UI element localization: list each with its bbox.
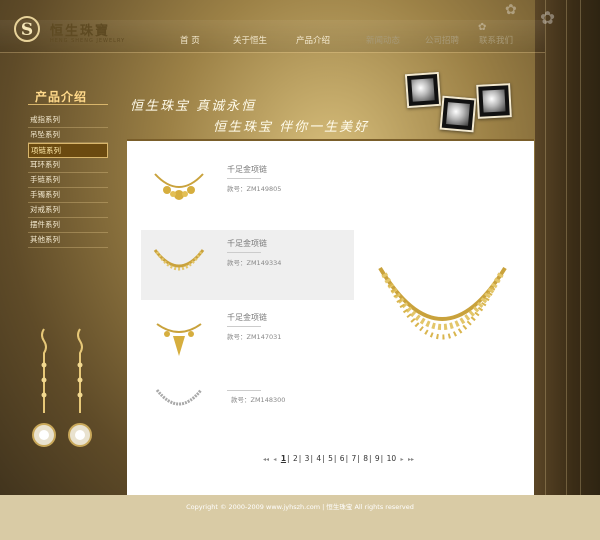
page-link[interactable]: 6	[339, 454, 346, 463]
product-card[interactable]: 款号：ZM148300	[141, 378, 354, 448]
prev-page-button[interactable]: ◂	[272, 456, 277, 463]
page-link[interactable]: 8	[362, 454, 369, 463]
nav-about[interactable]: 关于恒生	[233, 34, 267, 46]
copyright: Copyright © 2000-2009 www.jyhszh.com | 恒…	[186, 503, 414, 511]
brand-sub: HENG SHENG JEWELRY	[50, 38, 126, 44]
page-link[interactable]: 10	[386, 454, 398, 463]
page-link[interactable]: 4	[315, 454, 322, 463]
jewelry-photo	[439, 95, 477, 133]
category-necklaces[interactable]: 项链系列	[28, 143, 108, 158]
page-link[interactable]: 3	[304, 454, 311, 463]
logo-icon[interactable]: S	[12, 14, 42, 44]
product-name[interactable]: 千足金项链	[227, 238, 267, 249]
first-page-button[interactable]: ◂◂	[262, 456, 270, 463]
page-link[interactable]: 2	[292, 454, 299, 463]
divider	[28, 104, 108, 105]
category-bracelets[interactable]: 手链系列	[28, 173, 108, 188]
category-earrings[interactable]: 耳环系列	[28, 158, 108, 173]
product-name[interactable]: 千足金项链	[227, 312, 267, 323]
sidebar-title: 产品介绍	[35, 90, 88, 104]
nav-contact[interactable]: 联系我们	[479, 34, 513, 46]
page-link[interactable]: 5	[327, 454, 334, 463]
brand-name: 恒生珠寶	[50, 24, 111, 39]
nav-jobs[interactable]: 公司招聘	[425, 34, 459, 46]
next-page-button[interactable]: ▸	[400, 456, 405, 463]
category-others[interactable]: 其他系列	[28, 233, 108, 248]
stripe	[580, 0, 581, 495]
category-rings[interactable]: 戒指系列	[28, 113, 108, 128]
earrings-image	[32, 328, 92, 447]
flower-icon: ✿	[478, 22, 487, 33]
product-card[interactable]: 千足金项链 款号：ZM147031	[141, 304, 354, 374]
svg-text:S: S	[21, 20, 33, 40]
necklace-thumb	[156, 323, 202, 356]
product-code: 款号：ZM149805	[227, 185, 282, 193]
product-code: 款号：ZM148300	[231, 396, 286, 404]
nav-news[interactable]: 新闻动态	[366, 34, 400, 46]
page-link[interactable]: 9	[374, 454, 381, 463]
product-card[interactable]: 千足金项链 款号：ZM149334	[141, 230, 354, 300]
divider	[227, 252, 261, 253]
flower-icon: ✿	[540, 8, 556, 29]
product-card[interactable]: 千足金项链 款号：ZM149805	[141, 156, 354, 226]
last-page-button[interactable]: ▸▸	[407, 456, 415, 463]
product-preview-image	[378, 266, 507, 340]
category-couple-rings[interactable]: 对戒系列	[28, 203, 108, 218]
category-list: 戒指系列 吊坠系列 项链系列 耳环系列 手链系列 手镯系列 对戒系列 摆件系列 …	[28, 113, 108, 248]
pagination: ◂◂ ◂ 1| 2| 3| 4| 5| 6| 7| 8| 9| 10 ▸ ▸▸	[262, 454, 415, 463]
banner-slogan-2: 恒生珠宝 伴你一生美好	[213, 120, 370, 135]
jewelry-photo	[476, 83, 512, 119]
necklace-thumb	[154, 173, 204, 200]
category-ornaments[interactable]: 摆件系列	[28, 218, 108, 233]
product-code: 款号：ZM149334	[227, 259, 282, 267]
product-code: 款号：ZM147031	[227, 333, 282, 341]
flower-icon: ✿	[505, 2, 517, 18]
category-bangles[interactable]: 手镯系列	[28, 188, 108, 203]
category-pendants[interactable]: 吊坠系列	[28, 128, 108, 143]
stripe	[545, 0, 546, 495]
divider	[227, 178, 261, 179]
divider	[227, 390, 261, 391]
necklace-thumb	[155, 389, 203, 406]
page-link[interactable]: 7	[350, 454, 357, 463]
banner-slogan-1: 恒生珠宝 真诚永恒	[130, 99, 257, 114]
page-link[interactable]: 1	[280, 454, 287, 463]
product-name[interactable]: 千足金项链	[227, 164, 267, 175]
divider	[227, 326, 261, 327]
nav-home[interactable]: 首 页	[180, 34, 200, 46]
nav-products[interactable]: 产品介绍	[296, 34, 330, 46]
jewelry-photo	[404, 71, 442, 109]
necklace-thumb	[153, 249, 205, 271]
stripe	[566, 0, 567, 495]
